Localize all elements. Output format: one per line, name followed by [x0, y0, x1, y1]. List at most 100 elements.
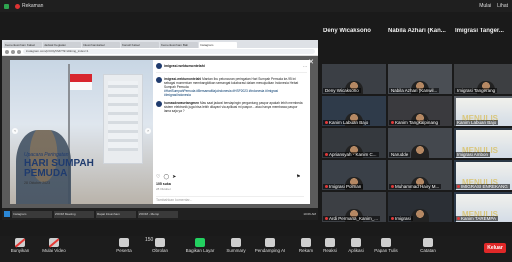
image-heading-2: PEMUDA	[24, 168, 68, 179]
start-video-button[interactable]: Mulai Video	[34, 238, 74, 253]
browser-tab-active[interactable]: Instagram	[199, 42, 237, 48]
flag-graphic	[70, 82, 92, 90]
security-shield-icon[interactable]	[4, 3, 9, 9]
zoom-meeting-window: Rekaman Mulai Lihat Kemenkumham Kalsel J…	[0, 0, 512, 262]
chat-icon	[155, 238, 165, 247]
participants-button[interactable]: 150 Peserta	[104, 237, 153, 253]
shared-screen: Kemenkumham Kalsel Jadwal Kegiatan Inkum…	[2, 40, 318, 220]
mic-muted-icon	[325, 153, 328, 156]
participant-name-text: Imigrasi Ambon	[457, 152, 489, 157]
grid-header: Deny Wicaksono	[323, 28, 371, 34]
post-image: Upacara Peringatan HARI SUMPAH PEMUDA 28…	[10, 60, 153, 204]
comment-input[interactable]: Tambahkan komentar...	[156, 196, 304, 202]
video-tile[interactable]: Deny Wicaksono	[322, 64, 386, 94]
meeting-toolbar: Bunyikan Mulai Video 150 Peserta Obrolan…	[0, 236, 512, 262]
instagram-post-modal: Upacara Peringatan HARI SUMPAH PEMUDA 28…	[10, 60, 310, 204]
mic-muted-icon	[325, 217, 328, 220]
video-tile[interactable]: MENULIS Kanim TAREMPA	[454, 192, 512, 222]
participant-name: Kanim TAREMPA	[455, 216, 499, 221]
comment-text: humasdewasetangmen Mas saat jadwal bersi…	[164, 101, 304, 113]
leave-button[interactable]: Keluar	[484, 243, 506, 253]
browser-tab[interactable]: Kemenkumham Bali	[160, 42, 198, 48]
taskbar-item[interactable]: Instagram	[12, 210, 52, 218]
start-icon[interactable]	[4, 211, 10, 217]
avatar[interactable]	[156, 101, 162, 107]
whiteboard-button[interactable]: Papan Tulis	[366, 238, 406, 253]
next-image-button[interactable]: ›	[145, 128, 151, 134]
likes-count[interactable]: 105 suka	[156, 182, 171, 186]
video-tile[interactable]: Apriansyah - Kanim C...	[322, 128, 386, 158]
browser-tab[interactable]: Inkumhamkalsel	[82, 42, 120, 48]
browser-tab-strip: Kemenkumham Kalsel Jadwal Kegiatan Inkum…	[2, 40, 318, 48]
taskbar-item[interactable]: ZOOM - Memp	[138, 210, 178, 218]
mic-muted-icon	[15, 238, 25, 247]
more-options-icon[interactable]: ···	[303, 64, 307, 69]
share-screen-button[interactable]: Bagikan Layar	[180, 238, 220, 253]
ai-companion-button[interactable]: Pendamping AI	[250, 238, 290, 253]
avatar[interactable]	[156, 77, 162, 83]
meeting-topbar: Rekaman Mulai Lihat	[0, 0, 512, 12]
participant-name-text: Imigrasi	[395, 216, 411, 221]
reaction-icon	[325, 238, 335, 247]
ai-companion-icon	[265, 238, 275, 247]
taskbar-item[interactable]: Rapat Inkumham	[96, 210, 136, 218]
browser-tab[interactable]: Kemenkumham Kalsel	[4, 42, 42, 48]
flag-graphic	[70, 74, 92, 82]
participant-name-text: Imigrasi Tangerang	[457, 88, 496, 93]
participant-name-text: Apriansyah - Kanim C...	[329, 152, 377, 157]
participant-name: Muhammad Hairy M...	[389, 184, 442, 189]
caption-hashtags[interactable]: #HariSumpahPemuda #BersamaMajuIndonesia …	[164, 89, 278, 97]
like-icon[interactable]: ♡	[156, 174, 160, 180]
video-tile[interactable]: Imigrasi	[388, 192, 452, 222]
post-username[interactable]: imigrasi.wektumontelahi	[164, 64, 205, 68]
participant-name: Kanim Labuan Bajo	[323, 120, 371, 125]
participant-name: Kanim Tangkalpinang	[389, 120, 440, 125]
video-tile[interactable]: Imigrasi Tangerang	[454, 64, 512, 94]
video-tile[interactable]: Narudde	[388, 128, 452, 158]
video-tile[interactable]: Imigrasi Polman	[322, 160, 386, 190]
notes-button[interactable]: Catatan	[408, 238, 448, 253]
participant-name: Imigrasi	[389, 216, 413, 221]
reload-icon[interactable]	[17, 49, 21, 54]
browser-tab[interactable]: Jadwal Kegiatan	[43, 42, 81, 48]
video-tile[interactable]: MENULIS IMIGRASI ENREKANG	[454, 160, 512, 190]
forward-icon[interactable]	[11, 49, 15, 54]
video-tile[interactable]: Kanim Labuan Bajo	[322, 96, 386, 126]
chat-button[interactable]: Obrolan	[140, 238, 180, 253]
url-input[interactable]: instagram.com/p/C0ty5hZ/?hl=id&img_index…	[23, 49, 315, 54]
caption-text: imigrasi.wektumontelahi Mantan Ibu pelun…	[164, 77, 304, 97]
back-icon[interactable]	[5, 49, 9, 54]
video-tile[interactable]: MENULIS Kanim Labuan Bajo	[454, 96, 512, 126]
view-button[interactable]: Lihat	[497, 3, 508, 9]
summary-icon	[231, 238, 241, 247]
video-tile[interactable]: Nabila Azhari (Kanwil...	[388, 64, 452, 94]
participant-name: Ardi Permana_Kanim_...	[323, 216, 381, 221]
video-tile[interactable]: MENULIS Imigrasi Ambon	[454, 128, 512, 158]
video-tile[interactable]: Ardi Permana_Kanim_...	[322, 192, 386, 222]
minimize-button[interactable]: Mulai	[479, 3, 491, 9]
browser-tab[interactable]: Kanwil Kalsel	[121, 42, 159, 48]
participant-name: IMIGRASI ENREKANG	[455, 184, 510, 189]
whiteboard-icon	[381, 238, 391, 247]
participant-figure	[411, 144, 429, 158]
comment-icon[interactable]: ◯	[163, 174, 169, 180]
apps-icon	[351, 238, 361, 247]
participant-name-text: Deny Wicaksono	[325, 88, 359, 93]
avatar[interactable]	[156, 63, 162, 69]
participant-name-text: Kanim Labuan Bajo	[457, 120, 497, 125]
participant-name: Imigrasi Ambon	[455, 152, 491, 157]
button-label: Aplikasi	[348, 248, 364, 253]
mic-muted-icon	[391, 121, 394, 124]
video-tile[interactable]: Kanim Tangkalpinang	[388, 96, 452, 126]
taskbar-item[interactable]: ZOOM Meeting	[54, 210, 94, 218]
windows-taskbar: Instagram ZOOM Meeting Rapat Inkumham ZO…	[2, 208, 318, 220]
save-icon[interactable]: ⚑	[296, 174, 300, 180]
previous-image-button[interactable]: ‹	[12, 128, 18, 134]
participant-name: Apriansyah - Kanim C...	[323, 152, 379, 157]
video-tile[interactable]: Muhammad Hairy M...	[388, 160, 452, 190]
mic-muted-icon	[391, 185, 394, 188]
participant-name: Nabila Azhari (Kanwil...	[389, 88, 440, 93]
share-icon[interactable]: ➤	[172, 174, 176, 180]
participant-name-text: IMIGRASI ENREKANG	[461, 184, 508, 189]
mic-muted-icon	[325, 185, 328, 188]
